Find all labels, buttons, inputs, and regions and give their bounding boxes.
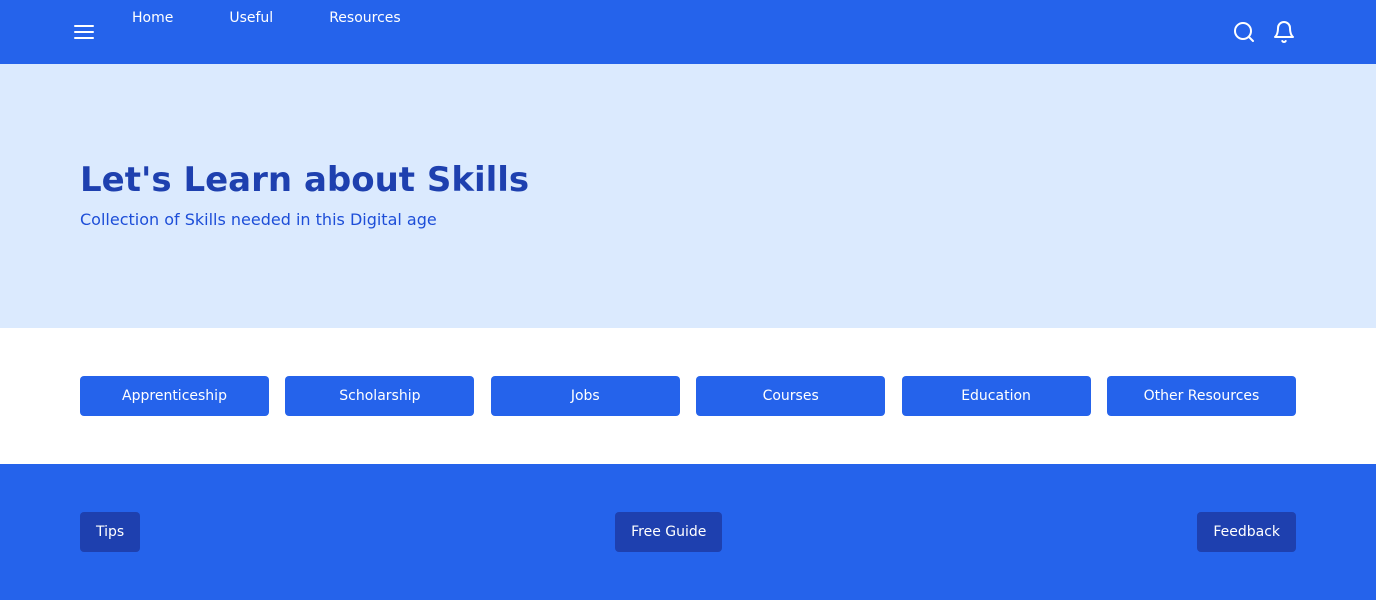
hamburger-menu-button[interactable] bbox=[74, 22, 94, 42]
courses-button[interactable]: Courses bbox=[696, 376, 886, 416]
other-resources-button[interactable]: Other Resources bbox=[1106, 376, 1296, 416]
free-guide-button[interactable]: Free Guide bbox=[615, 512, 723, 552]
hero-section: Let's Learn about Skills Collection of S… bbox=[0, 64, 1376, 328]
scholarship-button[interactable]: Scholarship bbox=[285, 376, 475, 416]
notifications-button[interactable] bbox=[1272, 20, 1296, 44]
search-button[interactable] bbox=[1232, 20, 1256, 44]
hamburger-menu-icon bbox=[74, 25, 94, 39]
tips-button[interactable]: Tips bbox=[80, 512, 141, 552]
feedback-button[interactable]: Feedback bbox=[1197, 512, 1296, 552]
hero-title: Let's Learn about Skills bbox=[80, 160, 530, 200]
bell-icon bbox=[1274, 21, 1294, 43]
footer: Tips Free Guide Feedback bbox=[0, 464, 1376, 600]
jobs-button[interactable]: Jobs bbox=[490, 376, 680, 416]
education-button[interactable]: Education bbox=[901, 376, 1091, 416]
search-icon bbox=[1234, 22, 1254, 42]
nav-link-home[interactable]: Home bbox=[132, 8, 173, 28]
nav-link-useful[interactable]: Useful bbox=[229, 8, 273, 28]
main-nav: Home Useful Resources bbox=[132, 8, 401, 28]
apprenticeship-button[interactable]: Apprenticeship bbox=[80, 376, 269, 416]
top-navigation-bar: Home Useful Resources bbox=[0, 0, 1376, 64]
nav-link-resources[interactable]: Resources bbox=[329, 8, 401, 28]
category-section: Apprenticeship Scholarship Jobs Courses … bbox=[0, 328, 1376, 464]
hero-subtitle: Collection of Skills needed in this Digi… bbox=[80, 210, 437, 229]
footer-button-row: Tips Free Guide Feedback bbox=[80, 512, 1296, 552]
category-button-row: Apprenticeship Scholarship Jobs Courses … bbox=[80, 376, 1296, 416]
